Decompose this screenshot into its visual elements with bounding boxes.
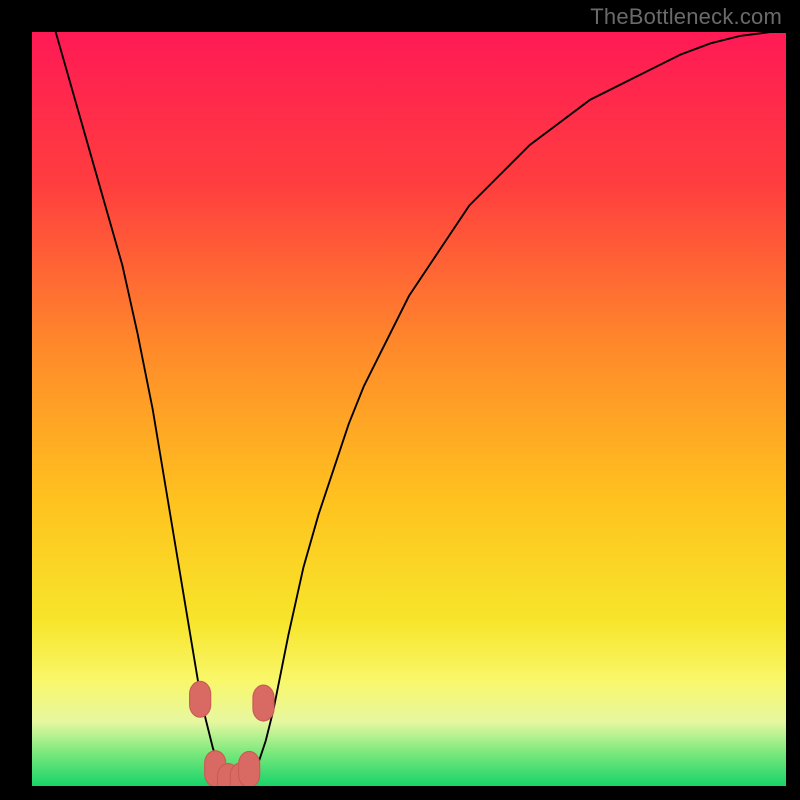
watermark-text: TheBottleneck.com [590,4,782,30]
marker-group [190,681,274,786]
plot-area [32,32,786,786]
curve-marker [239,751,260,786]
outer-frame: TheBottleneck.com [0,0,800,800]
v-curve-path [32,32,786,786]
curve-marker [190,681,211,717]
bottleneck-curve [32,32,786,786]
curve-marker [253,685,274,721]
